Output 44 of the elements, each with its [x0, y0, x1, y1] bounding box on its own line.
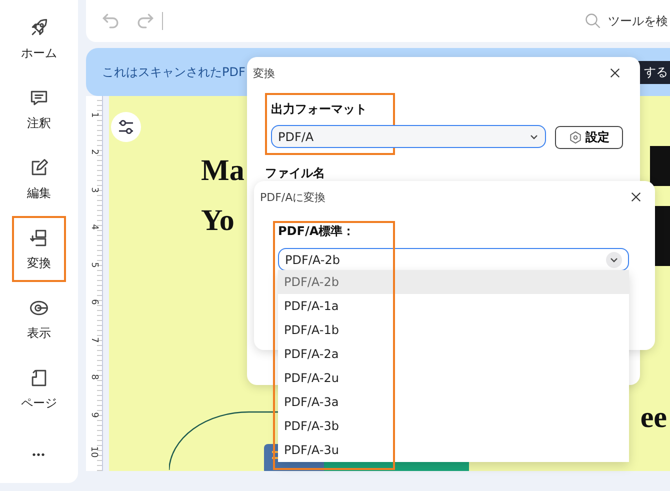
sidebar-item[interactable]: 注釈	[12, 76, 66, 142]
ruler-number: 9	[89, 412, 99, 418]
sidebar-item[interactable]: 表示	[12, 286, 66, 352]
ruler-number: 5	[89, 262, 99, 268]
ruler-number: 1	[89, 112, 99, 118]
dropdown-option[interactable]: PDF/A-3b	[278, 414, 629, 438]
sidebar-item[interactable]: 変換	[12, 216, 66, 282]
sliders-icon	[111, 112, 141, 142]
search-icon	[584, 12, 602, 30]
ruler-number: 8	[89, 374, 99, 380]
dropdown-option[interactable]: PDF/A-1b	[278, 318, 629, 342]
sidebar-item[interactable]: ページ	[12, 356, 66, 422]
dropdown-option[interactable]: PDF/A-3u	[278, 438, 629, 462]
settings-button[interactable]: 設定	[555, 126, 623, 149]
close-icon	[610, 68, 620, 78]
ruler-number: 3	[89, 186, 99, 193]
close-icon	[631, 192, 641, 202]
banner-text: これはスキャンされたPDF	[102, 64, 246, 80]
settings-icon	[568, 131, 582, 144]
more-button[interactable]: •••	[32, 450, 46, 461]
sidebar-item[interactable]: 編集	[12, 146, 66, 212]
ruler-number: 4	[89, 224, 99, 230]
document-heading: Yo	[201, 203, 236, 239]
dropdown-option[interactable]: PDF/A-2b	[278, 270, 629, 294]
document-text: ee	[640, 401, 667, 435]
dropdown-option[interactable]: PDF/A-2a	[278, 342, 629, 366]
ruler-number: 7	[89, 336, 99, 343]
field-label: 出力フォーマット	[271, 101, 368, 118]
dialog-title: PDF/Aに変換	[260, 190, 326, 204]
dropdown-option[interactable]: PDF/A-3a	[278, 390, 629, 414]
dropdown-option[interactable]: PDF/A-1a	[278, 294, 629, 318]
ruler-number: 6	[89, 299, 99, 306]
search-field[interactable]: ツールを検	[584, 12, 670, 30]
ruler-number: 10	[89, 446, 99, 458]
field-label: ファイル名	[265, 165, 326, 182]
dropdown-option[interactable]: PDF/A-2u	[278, 366, 629, 390]
format-select[interactable]: PDF/A	[271, 125, 546, 148]
field-label: PDF/A標準：	[278, 223, 356, 240]
document-heading: Ma	[201, 153, 244, 189]
sidebar-item[interactable]: ホーム	[12, 6, 66, 72]
chevron-down-icon	[606, 252, 622, 268]
ruler-number: 2	[89, 149, 99, 156]
standard-select[interactable]: PDF/A-2b	[278, 248, 629, 271]
dialog-title: 変換	[253, 66, 275, 80]
